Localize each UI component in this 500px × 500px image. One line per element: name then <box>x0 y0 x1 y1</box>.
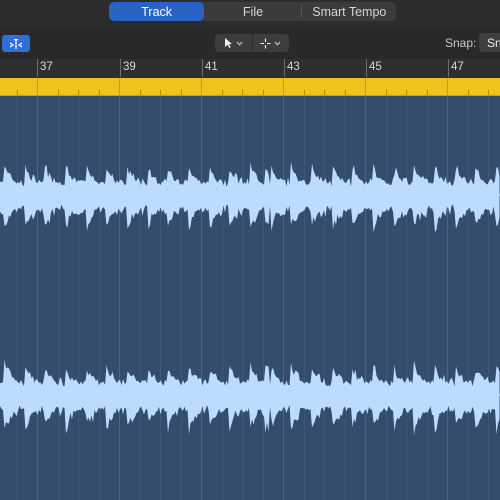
snap-dropdown[interactable]: Sn <box>479 33 500 52</box>
waveform-right-channel <box>0 359 500 435</box>
tool-selector-group <box>215 34 289 52</box>
snap-label: Snap: <box>445 36 477 50</box>
cycle-beat-tick <box>160 90 161 95</box>
bar-tick <box>366 59 367 77</box>
cycle-beat-tick <box>468 90 469 95</box>
tab-file[interactable]: File <box>205 1 300 22</box>
mode-segmented-control: Track File Smart Tempo <box>108 1 397 22</box>
bar-number: 39 <box>123 61 136 73</box>
cycle-beat-tick <box>242 90 243 95</box>
bar-ruler[interactable] <box>0 59 500 78</box>
bar-tick <box>120 59 121 77</box>
bar-number: 43 <box>287 61 300 73</box>
cycle-beat-tick <box>406 90 407 95</box>
cycle-beat-tick <box>78 90 79 95</box>
cycle-beat-tick <box>447 78 448 95</box>
cycle-beat-tick <box>488 90 489 95</box>
waveform-left-channel <box>0 162 500 233</box>
pointer-tool-icon <box>224 38 232 48</box>
cycle-beat-tick <box>386 90 387 95</box>
catch-playhead-button[interactable] <box>2 35 30 52</box>
bar-number: 41 <box>205 61 218 73</box>
cycle-beat-tick <box>324 90 325 95</box>
cycle-beat-tick <box>17 90 18 95</box>
bar-number: 45 <box>369 61 382 73</box>
cycle-beat-tick <box>427 90 428 95</box>
cycle-beat-tick <box>345 90 346 95</box>
cycle-beat-tick <box>99 90 100 95</box>
cycle-beat-tick <box>119 78 120 95</box>
tab-smart-tempo[interactable]: Smart Tempo <box>302 1 397 22</box>
cycle-beat-tick <box>37 78 38 95</box>
chevron-down-icon <box>274 41 281 46</box>
bar-number: 47 <box>451 61 464 73</box>
marquee-tool-menu[interactable] <box>251 34 290 52</box>
bar-tick <box>284 59 285 77</box>
cycle-beat-tick <box>58 90 59 95</box>
bar-number: 37 <box>40 61 53 73</box>
cycle-beat-tick <box>140 90 141 95</box>
stereo-waveform <box>0 162 500 435</box>
mode-tab-bar: Track File Smart Tempo <box>0 0 500 27</box>
crosshair-tool-icon <box>260 38 271 48</box>
audio-waveform-region[interactable] <box>0 96 500 500</box>
bar-tick <box>448 59 449 77</box>
cycle-beat-tick <box>263 90 264 95</box>
cycle-beat-tick <box>201 78 202 95</box>
editor-toolbar <box>0 27 500 60</box>
cycle-beat-tick <box>304 90 305 95</box>
cycle-beat-tick <box>222 90 223 95</box>
cycle-beat-tick <box>181 90 182 95</box>
bar-tick <box>37 59 38 77</box>
catch-playhead-icon <box>9 38 23 49</box>
chevron-down-icon <box>236 41 243 46</box>
cycle-beat-tick <box>365 78 366 95</box>
tab-track[interactable]: Track <box>109 2 205 21</box>
cycle-beat-tick <box>283 78 284 95</box>
pointer-tool-menu[interactable] <box>215 34 252 52</box>
cycle-region-bar[interactable] <box>0 78 500 96</box>
bar-tick <box>202 59 203 77</box>
